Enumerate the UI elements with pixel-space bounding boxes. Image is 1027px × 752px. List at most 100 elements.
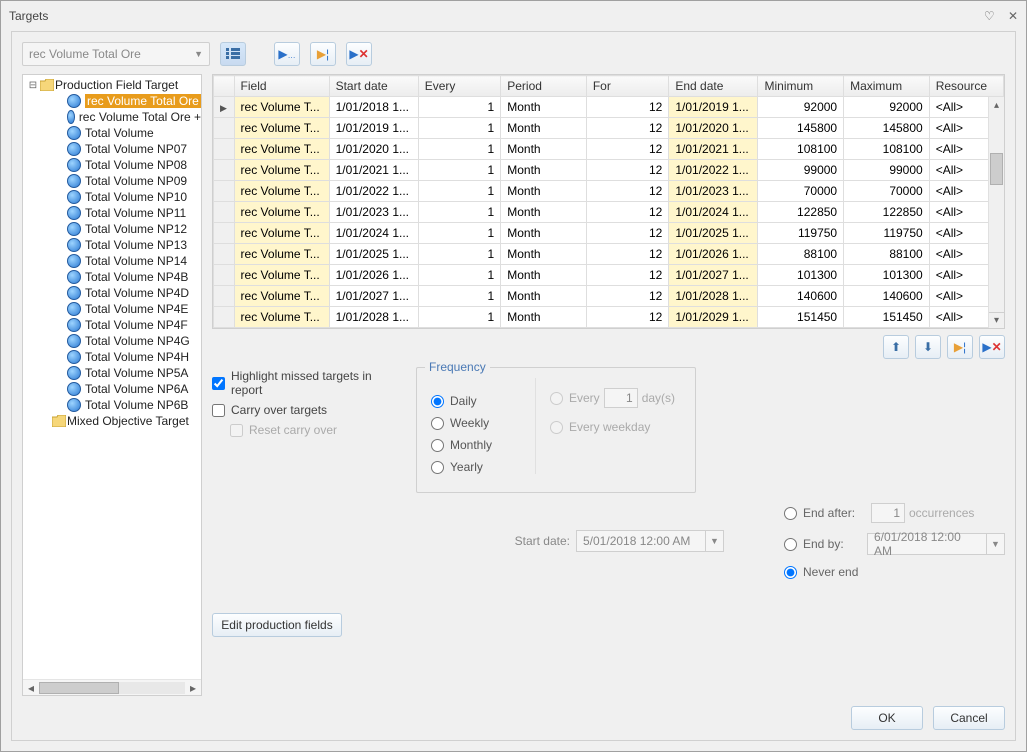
tree-item[interactable]: Total Volume NP4E bbox=[23, 301, 201, 317]
tree-item[interactable]: Total Volume NP6B bbox=[23, 397, 201, 413]
navigation-tree[interactable]: ⊟Production Field Targetrec Volume Total… bbox=[23, 75, 201, 679]
target-icon bbox=[67, 382, 81, 396]
tree-root[interactable]: ⊟Production Field Target bbox=[23, 77, 201, 93]
field-combo[interactable]: rec Volume Total Ore ▼ bbox=[22, 42, 210, 66]
table-row[interactable]: rec Volume T...1/01/2026 1...1Month121/0… bbox=[214, 265, 1004, 286]
chevron-down-icon: ▼ bbox=[987, 533, 1005, 555]
delete-icon: ▶✕ bbox=[982, 340, 1001, 354]
tree-item[interactable]: Total Volume NP5A bbox=[23, 365, 201, 381]
tree-item[interactable]: Total Volume NP09 bbox=[23, 173, 201, 189]
col-period[interactable]: Period bbox=[501, 76, 587, 97]
col-for[interactable]: For bbox=[586, 76, 669, 97]
tree-item[interactable]: Total Volume NP4D bbox=[23, 285, 201, 301]
tree-item[interactable]: Total Volume NP13 bbox=[23, 237, 201, 253]
edit-production-fields-button[interactable]: Edit production fields bbox=[212, 613, 342, 637]
row-header bbox=[214, 76, 235, 97]
ok-button[interactable]: OK bbox=[851, 706, 923, 730]
tree-item[interactable]: Total Volume NP12 bbox=[23, 221, 201, 237]
tree-item[interactable]: Total Volume NP4F bbox=[23, 317, 201, 333]
target-icon bbox=[67, 94, 81, 108]
tree-item[interactable]: Total Volume NP14 bbox=[23, 253, 201, 269]
delete-row-button[interactable]: ▶✕ bbox=[979, 335, 1005, 359]
arrow-up-icon: ⬆ bbox=[891, 340, 901, 354]
target-icon bbox=[67, 222, 81, 236]
table-row[interactable]: rec Volume T...1/01/2028 1...1Month121/0… bbox=[214, 307, 1004, 328]
col-res[interactable]: Resource bbox=[929, 76, 1003, 97]
list-view-button[interactable] bbox=[220, 42, 246, 66]
radio-monthly[interactable]: Monthly bbox=[431, 438, 531, 452]
table-row[interactable]: ▶rec Volume T...1/01/2018 1...1Month121/… bbox=[214, 97, 1004, 118]
table-row[interactable]: rec Volume T...1/01/2022 1...1Month121/0… bbox=[214, 181, 1004, 202]
col-min[interactable]: Minimum bbox=[758, 76, 844, 97]
close-icon[interactable]: ✕ bbox=[1008, 9, 1018, 23]
target-icon bbox=[67, 238, 81, 252]
move-up-button[interactable]: ⬆ bbox=[883, 335, 909, 359]
table-row[interactable]: rec Volume T...1/01/2023 1...1Month121/0… bbox=[214, 202, 1004, 223]
window-title: Targets bbox=[9, 9, 974, 23]
tree-panel: ⊟Production Field Targetrec Volume Total… bbox=[22, 74, 202, 696]
tree-item[interactable]: Total Volume NP4H bbox=[23, 349, 201, 365]
frequency-box: Frequency Daily Weekly Monthly Yearly Ev… bbox=[416, 367, 696, 493]
insert-row-button[interactable]: ▶¦ bbox=[947, 335, 973, 359]
tree-item[interactable]: Total Volume NP10 bbox=[23, 189, 201, 205]
tree-item[interactable]: Total Volume NP11 bbox=[23, 205, 201, 221]
horizontal-scrollbar[interactable]: ◂ ▸ bbox=[23, 679, 201, 695]
scroll-left-icon[interactable]: ◂ bbox=[23, 681, 39, 695]
target-icon bbox=[67, 334, 81, 348]
scroll-down-icon[interactable]: ▾ bbox=[989, 312, 1004, 328]
targets-grid[interactable]: FieldStart dateEveryPeriodForEnd dateMin… bbox=[212, 74, 1005, 329]
insert-button[interactable]: ▶¦ bbox=[310, 42, 336, 66]
highlight-check[interactable]: Highlight missed targets in report bbox=[212, 369, 402, 397]
tree-item[interactable]: rec Volume Total Ore bbox=[23, 93, 201, 109]
scroll-up-icon[interactable]: ▴ bbox=[989, 97, 1004, 113]
filter-icon[interactable]: ♡ bbox=[984, 9, 995, 23]
target-icon bbox=[67, 350, 81, 364]
table-row[interactable]: rec Volume T...1/01/2027 1...1Month121/0… bbox=[214, 286, 1004, 307]
col-every[interactable]: Every bbox=[418, 76, 501, 97]
delete-button[interactable]: ▶✕ bbox=[346, 42, 372, 66]
col-start[interactable]: Start date bbox=[329, 76, 418, 97]
collapse-icon[interactable]: ⊟ bbox=[27, 80, 39, 91]
tree-item[interactable]: Total Volume bbox=[23, 125, 201, 141]
radio-daily[interactable]: Daily bbox=[431, 394, 531, 408]
insert-icon: ▶¦ bbox=[317, 47, 329, 61]
play-button[interactable]: ▶… bbox=[274, 42, 300, 66]
radio-weekly[interactable]: Weekly bbox=[431, 416, 531, 430]
scroll-thumb[interactable] bbox=[39, 682, 119, 694]
table-row[interactable]: rec Volume T...1/01/2019 1...1Month121/0… bbox=[214, 118, 1004, 139]
table-row[interactable]: rec Volume T...1/01/2020 1...1Month121/0… bbox=[214, 139, 1004, 160]
col-end[interactable]: End date bbox=[669, 76, 758, 97]
tree-item[interactable]: Total Volume NP4B bbox=[23, 269, 201, 285]
tree-sibling[interactable]: Mixed Objective Target bbox=[23, 413, 201, 429]
start-date-field: 5/01/2018 12:00 AM bbox=[576, 530, 706, 552]
radio-yearly[interactable]: Yearly bbox=[431, 460, 531, 474]
arrow-down-icon: ⬇ bbox=[923, 340, 933, 354]
move-down-button[interactable]: ⬇ bbox=[915, 335, 941, 359]
occurrences-spinner: 1 bbox=[871, 503, 905, 523]
cancel-button[interactable]: Cancel bbox=[933, 706, 1005, 730]
col-field[interactable]: Field bbox=[234, 76, 329, 97]
every-weekday: Every weekday bbox=[550, 420, 675, 434]
vertical-scrollbar[interactable]: ▴ ▾ bbox=[988, 97, 1004, 328]
tree-item[interactable]: Total Volume NP6A bbox=[23, 381, 201, 397]
scroll-thumb-v[interactable] bbox=[990, 153, 1003, 185]
scroll-right-icon[interactable]: ▸ bbox=[185, 681, 201, 695]
target-icon bbox=[67, 126, 81, 140]
col-max[interactable]: Maximum bbox=[844, 76, 930, 97]
tree-item[interactable]: Total Volume NP08 bbox=[23, 157, 201, 173]
tree-item[interactable]: rec Volume Total Ore + bbox=[23, 109, 201, 125]
table-row[interactable]: rec Volume T...1/01/2024 1...1Month121/0… bbox=[214, 223, 1004, 244]
titlebar: Targets ♡ ✕ bbox=[1, 1, 1026, 31]
tree-item[interactable]: Total Volume NP07 bbox=[23, 141, 201, 157]
end-by-row[interactable]: End by:6/01/2018 12:00 AM▼ bbox=[784, 533, 1005, 555]
table-row[interactable]: rec Volume T...1/01/2021 1...1Month121/0… bbox=[214, 160, 1004, 181]
frequency-legend: Frequency bbox=[425, 360, 490, 374]
carry-check[interactable]: Carry over targets bbox=[212, 403, 402, 417]
end-after-row[interactable]: End after:1occurrences bbox=[784, 503, 1005, 523]
table-row[interactable]: rec Volume T...1/01/2025 1...1Month121/0… bbox=[214, 244, 1004, 265]
end-by-field: 6/01/2018 12:00 AM bbox=[867, 533, 987, 555]
target-icon bbox=[67, 302, 81, 316]
every-n-days: Every1day(s) bbox=[550, 388, 675, 408]
never-end-row[interactable]: Never end bbox=[784, 565, 1005, 579]
tree-item[interactable]: Total Volume NP4G bbox=[23, 333, 201, 349]
